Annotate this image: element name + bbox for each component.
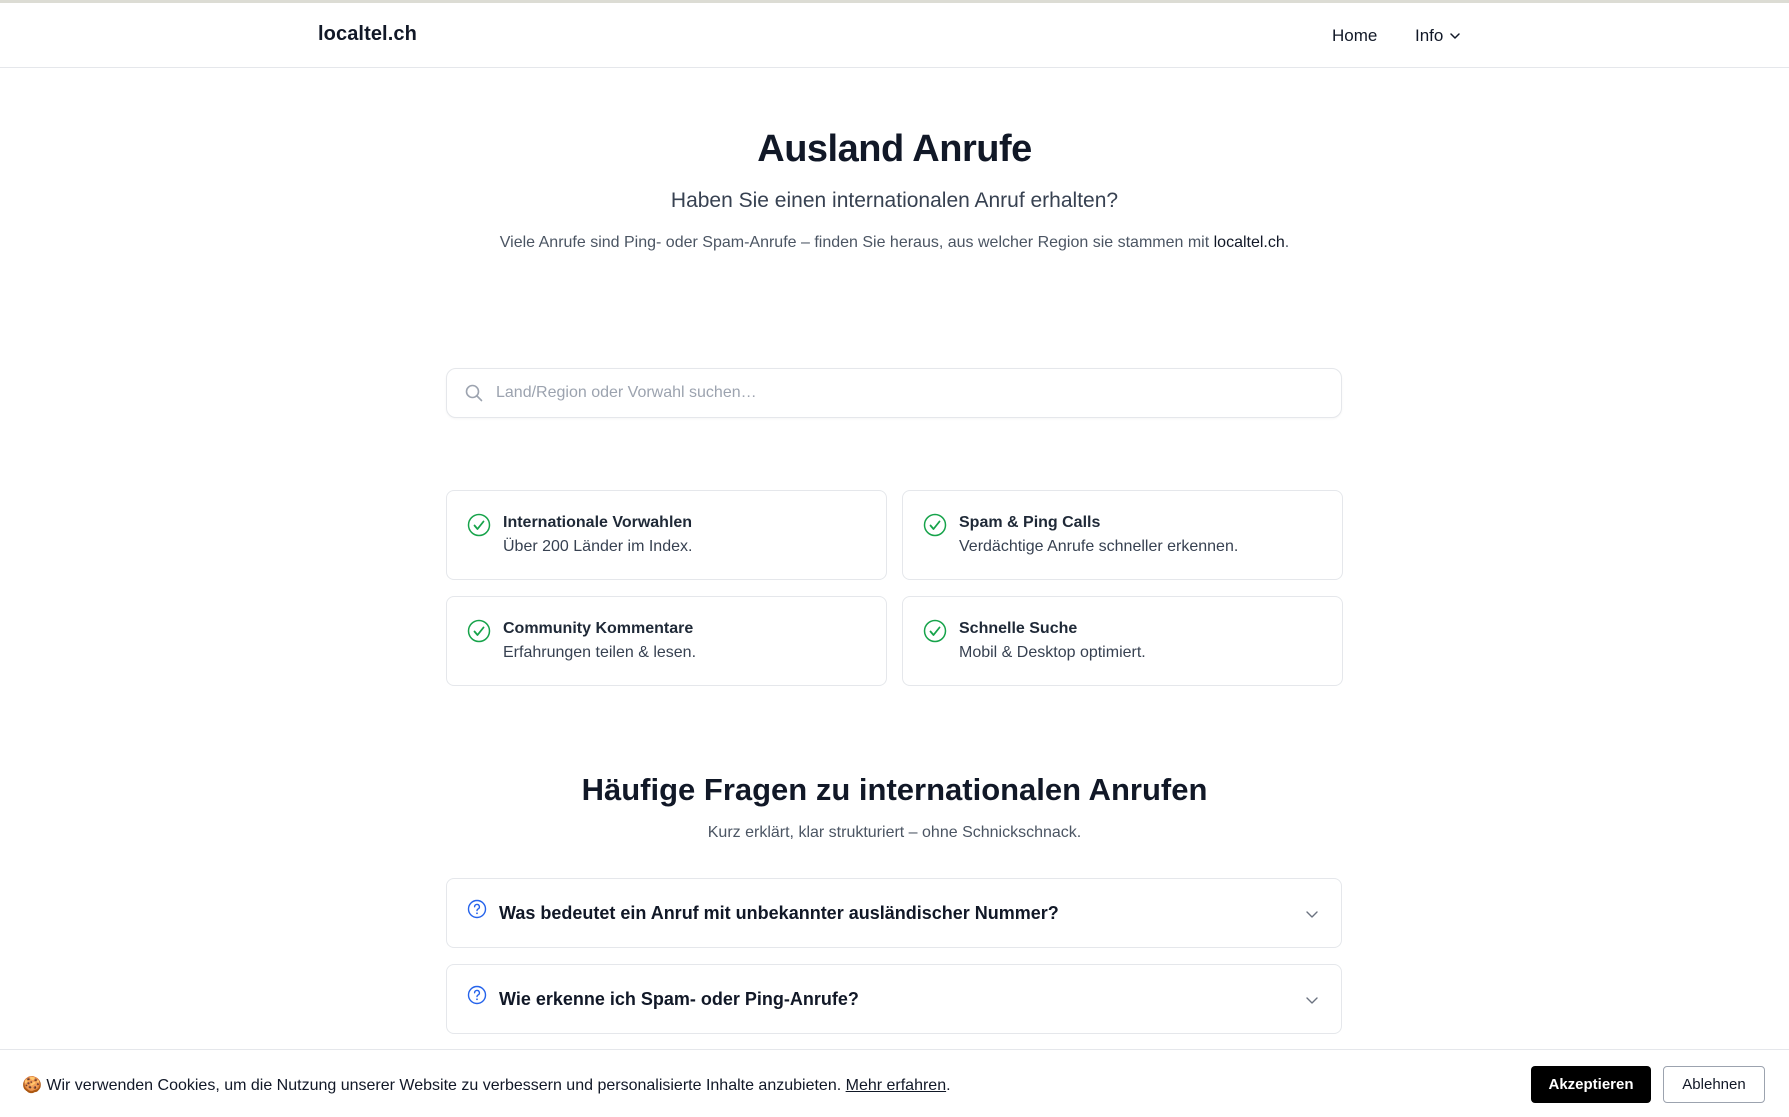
feature-description: Verdächtige Anrufe schneller erkennen.	[959, 538, 1239, 555]
faq-subtitle: Kurz erklärt, klar strukturiert – ohne S…	[707, 824, 1082, 841]
site-header: localtel.ch Home Info	[0, 3, 1789, 68]
cookie-learn-more-link[interactable]: Mehr erfahren	[846, 1077, 947, 1094]
hero-brand-link[interactable]: localtel.ch	[1214, 234, 1285, 251]
hero-description-suffix: .	[1284, 234, 1290, 251]
feature-card-international: Internationale Vorwahlen Über 200 Länder…	[446, 490, 887, 580]
feature-description: Erfahrungen teilen & lesen.	[503, 644, 697, 661]
check-circle-icon	[923, 619, 947, 643]
nav-info-dropdown[interactable]: Info	[1415, 26, 1461, 46]
faq-question: Was bedeutet ein Anruf mit unbekannter a…	[499, 903, 1059, 923]
chevron-down-icon	[1450, 33, 1461, 39]
check-circle-icon	[923, 513, 947, 537]
faq-question: Wie erkenne ich Spam- oder Ping-Anrufe?	[499, 989, 859, 1009]
cookie-suffix: .	[946, 1077, 951, 1094]
feature-title: Spam & Ping Calls	[959, 514, 1101, 531]
cookie-banner: 🍪 Wir verwenden Cookies, um die Nutzung …	[0, 1049, 1789, 1117]
nav-home-link[interactable]: Home	[1332, 26, 1377, 46]
search-icon	[465, 384, 483, 402]
feature-title: Internationale Vorwahlen	[503, 514, 693, 531]
search-box[interactable]	[446, 368, 1342, 418]
faq-item-spam-ping[interactable]: Wie erkenne ich Spam- oder Ping-Anrufe?	[446, 964, 1342, 1034]
search-input[interactable]	[496, 384, 1316, 402]
chevron-down-icon	[1306, 911, 1318, 918]
cookie-text: Wir verwenden Cookies, um die Nutzung un…	[41, 1077, 846, 1094]
question-circle-icon	[467, 985, 487, 1005]
question-circle-icon	[467, 899, 487, 919]
feature-title: Community Kommentare	[503, 620, 694, 637]
page-title: Ausland Anrufe	[757, 128, 1032, 170]
site-logo[interactable]: localtel.ch	[318, 23, 417, 46]
check-circle-icon	[467, 619, 491, 643]
feature-description: Über 200 Länder im Index.	[503, 538, 693, 555]
hero-description-text: Viele Anrufe sind Ping- oder Spam-Anrufe…	[499, 234, 1214, 251]
chevron-down-icon	[1306, 997, 1318, 1004]
feature-card-community: Community Kommentare Erfahrungen teilen …	[446, 596, 887, 686]
faq-item-unknown-number[interactable]: Was bedeutet ein Anruf mit unbekannter a…	[446, 878, 1342, 948]
feature-title: Schnelle Suche	[959, 620, 1078, 637]
feature-description: Mobil & Desktop optimiert.	[959, 644, 1146, 661]
hero-description: Viele Anrufe sind Ping- oder Spam-Anrufe…	[0, 234, 1789, 252]
check-circle-icon	[467, 513, 491, 537]
accept-cookies-button[interactable]: Akzeptieren	[1531, 1066, 1651, 1103]
nav-info-label: Info	[1415, 26, 1444, 45]
cookie-icon: 🍪	[22, 1077, 42, 1094]
feature-card-search: Schnelle Suche Mobil & Desktop optimiert…	[902, 596, 1343, 686]
decline-cookies-button[interactable]: Ablehnen	[1663, 1066, 1765, 1103]
hero-subtitle: Haben Sie einen internationalen Anruf er…	[670, 189, 1119, 212]
cookie-message: 🍪 Wir verwenden Cookies, um die Nutzung …	[22, 1075, 951, 1095]
feature-card-spam: Spam & Ping Calls Verdächtige Anrufe sch…	[902, 490, 1343, 580]
faq-heading: Häufige Fragen zu internationalen Anrufe…	[581, 772, 1208, 807]
